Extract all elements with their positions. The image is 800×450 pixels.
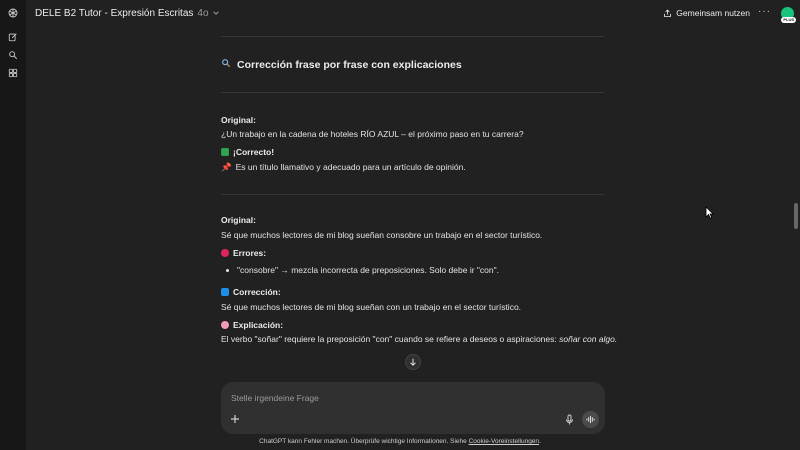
arrow-down-icon [410, 358, 416, 366]
pin-icon: 📌 [221, 162, 232, 172]
waveform-icon [586, 415, 595, 424]
brain-icon [221, 321, 229, 329]
model-label[interactable]: 4o [197, 8, 208, 19]
check-mark-icon [221, 148, 229, 156]
magnifier-icon [221, 58, 231, 71]
explanation-text-line: El verbo "soñar" requiere la preposición… [221, 334, 617, 344]
chevron-down-icon[interactable] [212, 9, 220, 17]
search-icon[interactable] [6, 48, 20, 62]
chat-title[interactable]: DELE B2 Tutor - Expresión Escritas [35, 8, 193, 19]
footer-disclaimer: ChatGPT kann Fehler machen. Überprüfe wi… [0, 438, 800, 445]
correction-text: Sé que muchos lectores de mi blog sueñan… [221, 302, 522, 312]
note-text: Es un título llamativo y adecuado para u… [235, 162, 466, 172]
errors-label: Errores: [233, 248, 267, 258]
footer-text: ChatGPT kann Fehler machen. Überprüfe wi… [259, 438, 469, 445]
error-bullet-text: "consobre" → mezcla incorrecta de prepos… [237, 265, 500, 275]
plan-badge: PLUS [781, 17, 796, 23]
more-options-button[interactable]: ··· [758, 6, 771, 17]
original-text: Sé que muchos lectores de mi blog sueñan… [221, 230, 543, 240]
share-label: Gemeinsam nutzen [676, 8, 750, 18]
share-icon [664, 9, 672, 17]
note-line: 📌 Es un título llamativo y adecuado para … [221, 162, 466, 173]
prompt-input[interactable] [231, 391, 531, 405]
correction-line: Corrección: [221, 287, 281, 297]
correction-label: Corrección: [233, 287, 281, 297]
divider [221, 36, 604, 37]
verdict-line: ¡Correcto! [221, 147, 274, 157]
cookie-settings-link[interactable]: Cookie-Voreinstellungen [469, 438, 539, 445]
original-text: ¿Un trabajo en la cadena de hoteles RÍO … [221, 129, 524, 139]
section-heading-text: Corrección frase por frase con explicaci… [237, 58, 462, 71]
error-dot-icon [221, 249, 229, 257]
composer [221, 382, 605, 434]
dictate-button[interactable] [565, 414, 574, 427]
divider [221, 92, 604, 93]
new-chat-icon[interactable] [6, 30, 20, 44]
share-button[interactable]: Gemeinsam nutzen [663, 6, 750, 20]
voice-mode-button[interactable] [582, 411, 599, 428]
library-icon[interactable] [6, 66, 20, 80]
errors-line: Errores: [221, 248, 266, 258]
section-heading: Corrección frase por frase con explicaci… [221, 58, 462, 71]
mouse-cursor-icon [705, 206, 715, 221]
bullet [226, 269, 229, 272]
explanation-text: El verbo "soñar" requiere la preposición… [221, 334, 560, 344]
original-label: Original: [221, 215, 256, 225]
footer-end: . [539, 438, 541, 445]
left-rail [0, 0, 26, 450]
divider [221, 194, 604, 195]
original-label: Original: [221, 115, 256, 125]
microphone-icon [566, 414, 573, 425]
top-bar: DELE B2 Tutor - Expresión Escritas 4o Ge… [26, 0, 800, 26]
arrows-icon [221, 288, 229, 296]
explanation-line: Explicación: [221, 320, 283, 330]
scroll-down-button[interactable] [405, 354, 421, 370]
explanation-example: soñar con algo. [559, 334, 618, 344]
add-attachment-button[interactable] [230, 414, 240, 426]
plus-icon [231, 415, 239, 423]
verdict-label: ¡Correcto! [233, 147, 275, 157]
explanation-label: Explicación: [233, 320, 284, 330]
openai-logo-icon[interactable] [6, 6, 20, 20]
scrollbar-thumb[interactable] [794, 203, 798, 229]
